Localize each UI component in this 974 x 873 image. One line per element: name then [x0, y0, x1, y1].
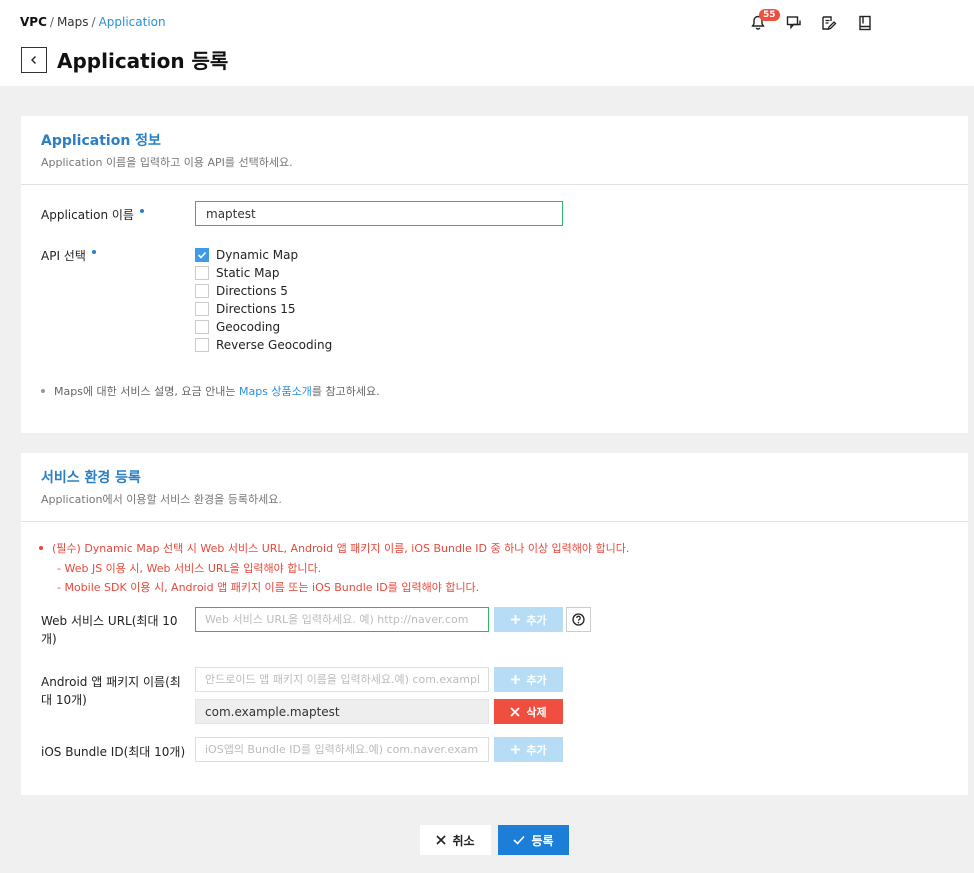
api-option-label: Reverse Geocoding [216, 338, 333, 352]
check-icon [513, 835, 526, 845]
back-button[interactable] [21, 47, 47, 73]
web-url-label: Web 서비스 URL(최대 10개) [41, 614, 178, 646]
breadcrumb: VPC / Maps / Application [20, 15, 166, 29]
button-label: 취소 [452, 833, 475, 848]
delete-android-package-button[interactable]: 삭제 [494, 699, 563, 724]
section-description: Application에서 이용할 서비스 환경을 등록하세요. [41, 493, 282, 506]
plus-icon [511, 615, 521, 624]
api-option-static-map[interactable]: Static Map [195, 265, 279, 281]
cancel-button[interactable]: 취소 [420, 825, 491, 855]
checkbox[interactable] [195, 266, 209, 280]
api-option-directions-15[interactable]: Directions 15 [195, 301, 296, 317]
api-option-label: Geocoding [216, 320, 281, 334]
breadcrumb-separator: / [49, 15, 54, 29]
warning-mobile-sdk: - Mobile SDK 이용 시, Android 앱 패키지 이름 또는 i… [57, 581, 480, 594]
section-title: 서비스 환경 등록 [41, 470, 141, 486]
section-description: Application 이름을 입력하고 이용 API를 선택하세요. [41, 156, 293, 169]
api-select-label-text: API 선택 [41, 249, 86, 263]
maps-product-link[interactable]: Maps 상품소개 [239, 385, 312, 398]
notification-button[interactable]: 55 [749, 9, 780, 32]
required-dot [139, 209, 144, 213]
breadcrumb-maps[interactable]: Maps [57, 15, 89, 29]
api-option-label: Directions 15 [216, 302, 296, 316]
maps-info-note: Maps에 대한 서비스 설명, 요금 안내는 Maps 상품소개를 참고하세요… [41, 383, 380, 399]
breadcrumb-separator: / [91, 15, 96, 29]
required-warning: (필수) Dynamic Map 선택 시 Web 서비스 URL, Andro… [39, 540, 629, 556]
breadcrumb-vpc[interactable]: VPC [20, 15, 47, 29]
section-header: 서비스 환경 등록 Application에서 이용할 서비스 환경을 등록하세… [21, 453, 968, 522]
checkbox[interactable] [195, 284, 209, 298]
x-icon [436, 835, 447, 845]
notification-badge: 55 [759, 9, 780, 21]
api-option-directions-5[interactable]: Directions 5 [195, 283, 288, 299]
button-label: 등록 [531, 833, 554, 848]
button-label: 추가 [526, 614, 547, 627]
x-icon [510, 706, 521, 717]
checkbox[interactable] [195, 338, 209, 352]
submit-button[interactable]: 등록 [498, 825, 569, 855]
bullet-dot [41, 389, 45, 393]
web-url-input[interactable] [195, 607, 489, 632]
required-dot [91, 250, 96, 254]
edit-button[interactable] [820, 12, 840, 32]
api-option-dynamic-map[interactable]: Dynamic Map [195, 247, 298, 263]
chat-button[interactable] [785, 12, 805, 32]
api-option-label: Dynamic Map [216, 248, 299, 262]
api-option-label: Static Map [216, 266, 280, 280]
button-label: 추가 [526, 674, 547, 687]
android-package-label: Android 앱 패키지 이름(최대 10개) [41, 675, 181, 707]
checkbox[interactable] [195, 320, 209, 334]
question-circle-icon [572, 613, 585, 626]
add-web-url-button[interactable]: 추가 [494, 607, 563, 632]
help-button[interactable] [566, 607, 591, 632]
note-text: Maps에 대한 서비스 설명, 요금 안내는 [54, 385, 239, 398]
service-environment-section: 서비스 환경 등록 Application에서 이용할 서비스 환경을 등록하세… [21, 453, 968, 795]
plus-icon [511, 745, 521, 754]
bullet-dot [39, 546, 43, 550]
api-option-geocoding[interactable]: Geocoding [195, 319, 280, 335]
checkbox[interactable] [195, 302, 209, 316]
warning-web-js: - Web JS 이용 시, Web 서비스 URL을 입력해야 합니다. [57, 562, 322, 575]
page-title: Application 등록 [57, 49, 229, 73]
breadcrumb-application[interactable]: Application [99, 15, 166, 29]
api-option-reverse-geocoding[interactable]: Reverse Geocoding [195, 337, 332, 353]
note-text: 를 참고하세요. [311, 385, 380, 398]
check-icon [197, 251, 207, 259]
checkbox-checked[interactable] [195, 248, 209, 262]
plus-icon [511, 675, 521, 684]
android-package-input[interactable] [195, 667, 489, 692]
api-select-label: API 선택 [41, 247, 96, 265]
add-android-package-button[interactable]: 추가 [494, 667, 563, 692]
section-header: Application 정보 Application 이름을 입력하고 이용 A… [21, 116, 968, 185]
chevron-left-icon [31, 56, 36, 64]
ios-bundle-input[interactable] [195, 737, 489, 762]
button-label: 추가 [526, 744, 547, 757]
app-name-input[interactable] [195, 201, 563, 226]
section-title: Application 정보 [41, 133, 161, 149]
api-option-label: Directions 5 [216, 284, 288, 298]
add-ios-bundle-button[interactable]: 추가 [494, 737, 563, 762]
button-label: 삭제 [526, 706, 547, 719]
guide-button[interactable] [856, 12, 876, 32]
page-header: VPC / Maps / Application 55 Application … [0, 0, 974, 86]
ios-bundle-label: iOS Bundle ID(최대 10개) [41, 745, 186, 759]
application-info-section: Application 정보 Application 이름을 입력하고 이용 A… [21, 116, 968, 433]
warning-text: (필수) Dynamic Map 선택 시 Web 서비스 URL, Andro… [52, 542, 630, 555]
chat-icon [786, 16, 801, 30]
android-package-entry [195, 699, 489, 724]
app-name-label: Application 이름 [41, 206, 144, 224]
app-name-label-text: Application 이름 [41, 208, 134, 222]
edit-icon [822, 16, 837, 30]
book-icon [859, 15, 871, 31]
